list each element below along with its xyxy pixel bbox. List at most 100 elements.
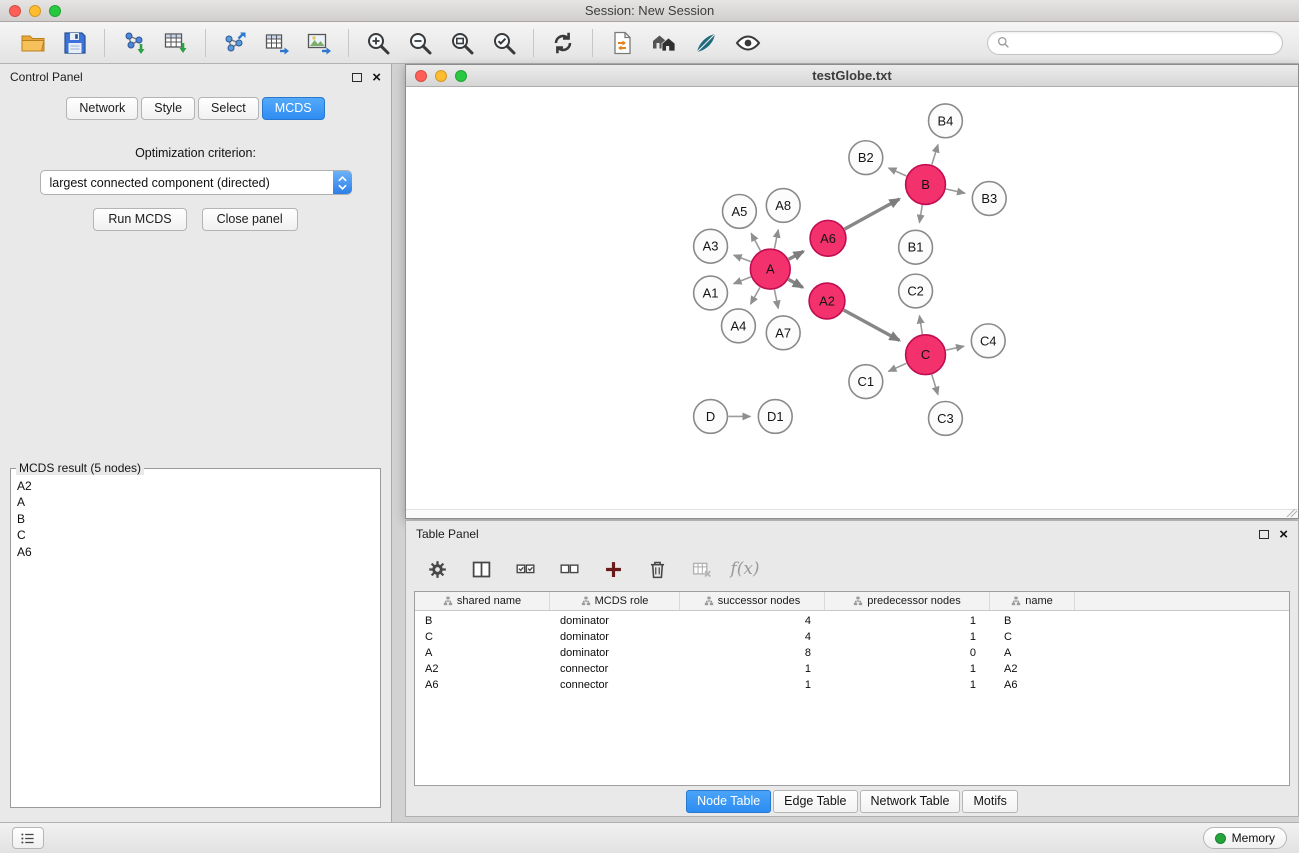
edge-A6-B[interactable] bbox=[845, 199, 900, 229]
edge-A2-C[interactable] bbox=[844, 310, 900, 340]
edge-B-B2[interactable] bbox=[889, 168, 907, 176]
table-panel-float-button[interactable] bbox=[1259, 530, 1269, 539]
hide-columns-button[interactable] bbox=[556, 556, 582, 582]
tab-edge-table[interactable]: Edge Table bbox=[773, 790, 857, 813]
close-button[interactable] bbox=[9, 5, 21, 17]
control-panel-float-button[interactable] bbox=[352, 73, 362, 82]
column-header-mcds-role[interactable]: MCDS role bbox=[550, 592, 680, 610]
network-close-button[interactable] bbox=[415, 70, 427, 82]
mcds-result-item[interactable]: A bbox=[17, 494, 380, 510]
select-all-columns-button[interactable] bbox=[512, 556, 538, 582]
node-C3[interactable]: C3 bbox=[929, 402, 963, 436]
save-session-button[interactable] bbox=[58, 26, 92, 60]
table-row[interactable]: Adominator80A bbox=[415, 645, 1289, 661]
import-network-button[interactable] bbox=[117, 26, 151, 60]
import-table-button[interactable] bbox=[159, 26, 193, 60]
minimize-button[interactable] bbox=[29, 5, 41, 17]
create-column-button[interactable] bbox=[600, 556, 626, 582]
node-C2[interactable]: C2 bbox=[899, 274, 933, 308]
show-graphics-button[interactable] bbox=[731, 26, 765, 60]
memory-button[interactable]: Memory bbox=[1203, 827, 1287, 849]
close-panel-button[interactable]: Close panel bbox=[202, 208, 298, 231]
show-columns-button[interactable] bbox=[468, 556, 494, 582]
open-file-button[interactable] bbox=[16, 26, 50, 60]
table-row[interactable]: Bdominator41B bbox=[415, 613, 1289, 629]
edge-A-A1[interactable] bbox=[734, 277, 751, 284]
table-row[interactable]: A6connector11A6 bbox=[415, 677, 1289, 693]
control-panel-close-button[interactable]: × bbox=[372, 70, 381, 85]
node-A6[interactable]: A6 bbox=[810, 220, 846, 256]
status-list-button[interactable] bbox=[12, 827, 44, 849]
tab-motifs[interactable]: Motifs bbox=[962, 790, 1017, 813]
tab-network-table[interactable]: Network Table bbox=[860, 790, 961, 813]
settings-button[interactable] bbox=[424, 556, 450, 582]
node-B[interactable]: B bbox=[906, 165, 946, 205]
table-row[interactable]: Cdominator41C bbox=[415, 629, 1289, 645]
mcds-result-item[interactable]: A6 bbox=[17, 544, 380, 560]
mcds-result-item[interactable]: B bbox=[17, 511, 380, 527]
tab-node-table[interactable]: Node Table bbox=[686, 790, 771, 813]
network-graph[interactable]: B4B2BB3A5A8A6A3B1AC2A1A2A4A7C4CC1DD1C3 bbox=[406, 87, 1298, 509]
zoom-selected-button[interactable] bbox=[487, 26, 521, 60]
edge-A-A6[interactable] bbox=[789, 251, 804, 259]
node-C[interactable]: C bbox=[906, 335, 946, 375]
edge-C-C2[interactable] bbox=[919, 316, 922, 335]
node-D[interactable]: D bbox=[694, 400, 728, 434]
node-A4[interactable]: A4 bbox=[722, 309, 756, 343]
network-minimize-button[interactable] bbox=[435, 70, 447, 82]
node-D1[interactable]: D1 bbox=[758, 400, 792, 434]
node-A8[interactable]: A8 bbox=[766, 189, 800, 223]
edge-A-A3[interactable] bbox=[734, 255, 751, 262]
edge-C-C4[interactable] bbox=[946, 346, 964, 350]
mcds-result-item[interactable]: A2 bbox=[17, 478, 380, 494]
cybrowser-button[interactable] bbox=[647, 26, 681, 60]
column-header-successor-nodes[interactable]: successor nodes bbox=[680, 592, 825, 610]
column-header-shared-name[interactable]: shared name bbox=[415, 592, 550, 610]
node-A2[interactable]: A2 bbox=[809, 283, 845, 319]
export-table-button[interactable] bbox=[260, 26, 294, 60]
edge-A-A5[interactable] bbox=[751, 233, 760, 250]
function-builder-button[interactable]: f(x) bbox=[732, 556, 758, 582]
node-A5[interactable]: A5 bbox=[723, 194, 757, 228]
node-C1[interactable]: C1 bbox=[849, 365, 883, 399]
column-header-name[interactable]: name bbox=[990, 592, 1075, 610]
node-B3[interactable]: B3 bbox=[972, 182, 1006, 216]
edge-B-B3[interactable] bbox=[946, 189, 965, 193]
tab-style[interactable]: Style bbox=[141, 97, 195, 120]
node-A7[interactable]: A7 bbox=[766, 316, 800, 350]
vizmapper-button[interactable] bbox=[689, 26, 723, 60]
zoom-fit-button[interactable] bbox=[445, 26, 479, 60]
zoom-button[interactable] bbox=[49, 5, 61, 17]
delete-table-button[interactable] bbox=[688, 556, 714, 582]
search-input[interactable] bbox=[1015, 36, 1273, 50]
mcds-result-item[interactable]: C bbox=[17, 527, 380, 543]
edge-A-A8[interactable] bbox=[774, 230, 778, 249]
node-B2[interactable]: B2 bbox=[849, 141, 883, 175]
network-scrollbar[interactable] bbox=[406, 509, 1298, 518]
node-A[interactable]: A bbox=[750, 249, 790, 289]
network-zoom-button[interactable] bbox=[455, 70, 467, 82]
import-ndex-button[interactable] bbox=[605, 26, 639, 60]
node-C4[interactable]: C4 bbox=[971, 324, 1005, 358]
resize-grip-icon[interactable] bbox=[1286, 509, 1297, 517]
node-B4[interactable]: B4 bbox=[929, 104, 963, 138]
edge-A-A4[interactable] bbox=[751, 287, 760, 304]
column-header-predecessor-nodes[interactable]: predecessor nodes bbox=[825, 592, 990, 610]
edge-C-C1[interactable] bbox=[889, 363, 907, 371]
export-network-button[interactable] bbox=[218, 26, 252, 60]
edge-B-B1[interactable] bbox=[919, 205, 922, 223]
apply-layout-button[interactable] bbox=[546, 26, 580, 60]
edge-B-B4[interactable] bbox=[932, 145, 938, 165]
table-panel-close-button[interactable]: × bbox=[1279, 527, 1288, 542]
node-B1[interactable]: B1 bbox=[899, 230, 933, 264]
node-A3[interactable]: A3 bbox=[694, 229, 728, 263]
delete-columns-button[interactable] bbox=[644, 556, 670, 582]
tab-network[interactable]: Network bbox=[66, 97, 138, 120]
search-box[interactable] bbox=[987, 31, 1283, 55]
edge-A-A2[interactable] bbox=[788, 279, 802, 287]
table-row[interactable]: A2connector11A2 bbox=[415, 661, 1289, 677]
optimization-criterion-select[interactable]: largest connected component (directed) bbox=[40, 170, 352, 195]
export-image-button[interactable] bbox=[302, 26, 336, 60]
run-mcds-button[interactable]: Run MCDS bbox=[93, 208, 186, 231]
zoom-in-button[interactable] bbox=[361, 26, 395, 60]
